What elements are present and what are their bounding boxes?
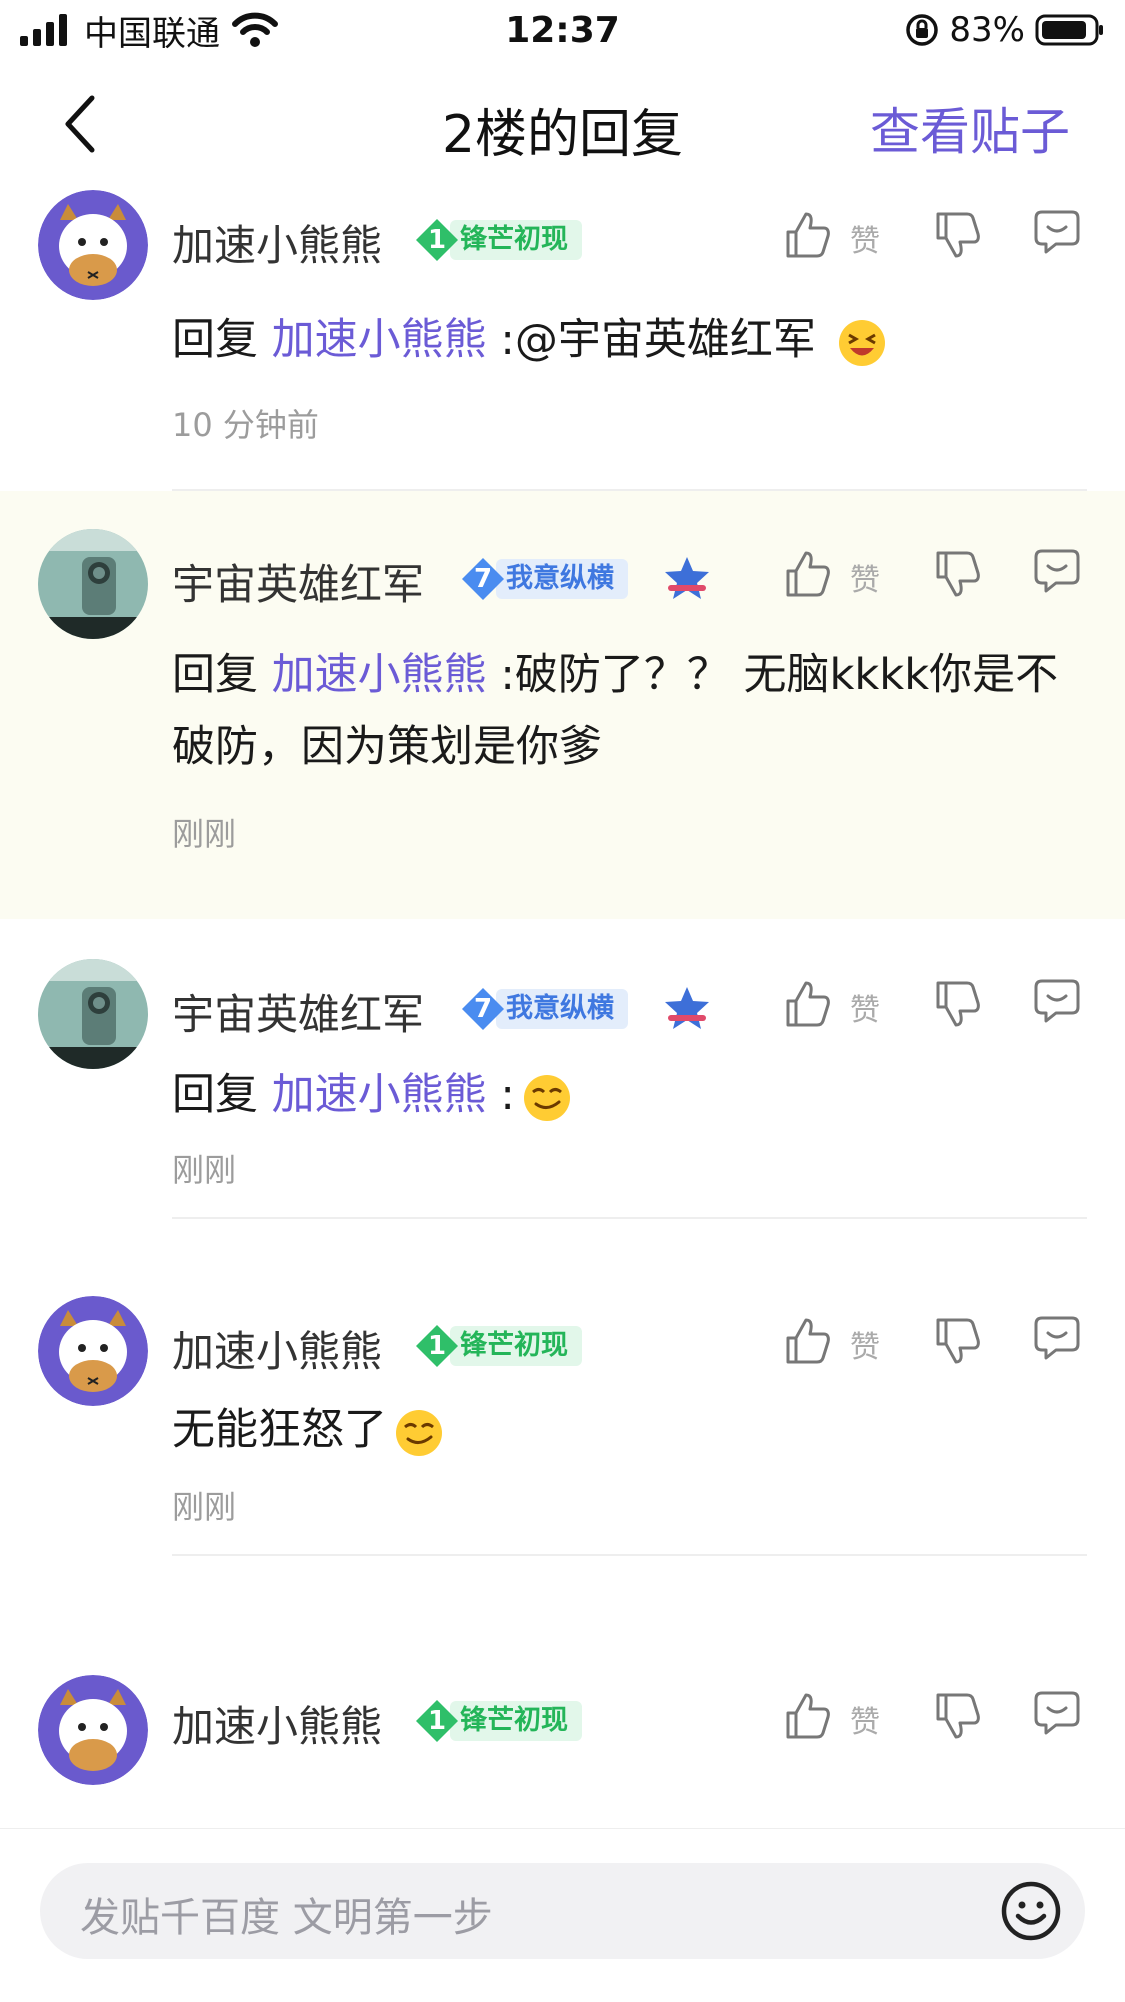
comment-bubble-icon[interactable] [1032, 1687, 1082, 1737]
level-number: 7 [460, 986, 506, 1032]
comment-bubble-icon[interactable] [1032, 975, 1082, 1025]
level-title: 锋芒初现 [450, 1326, 582, 1366]
level-title: 我意纵横 [496, 989, 628, 1029]
thumbs-up-icon[interactable] [782, 210, 832, 260]
rank-star-icon [665, 987, 709, 1029]
thumbs-up-icon[interactable] [782, 979, 832, 1029]
status-bar: 中国联通 12:37 83% [0, 0, 1125, 62]
like-label[interactable]: 赞 [850, 985, 880, 1029]
username[interactable]: 宇宙英雄红军 [172, 981, 424, 1042]
thumbs-down-icon[interactable] [932, 1316, 982, 1366]
avatar[interactable] [38, 190, 148, 300]
grinning-squint-emoji [838, 319, 885, 366]
level-title: 锋芒初现 [450, 220, 582, 260]
emoji-picker-icon[interactable] [999, 1879, 1063, 1943]
level-number: 1 [414, 217, 460, 263]
comment-text: 回复 加速小熊熊 :破防了？？ 无脑kkkk你是不破防，因为策划是你爹 [172, 650, 1059, 772]
thumbs-down-icon[interactable] [932, 1691, 982, 1741]
thumbs-up-icon[interactable] [782, 1316, 832, 1366]
thumbs-down-icon[interactable] [932, 210, 982, 260]
mention-link[interactable]: 加速小熊熊 [272, 650, 487, 700]
battery-icon [1035, 14, 1103, 46]
username[interactable]: 加速小熊熊 [172, 1693, 382, 1754]
username[interactable]: 加速小熊熊 [172, 1318, 382, 1379]
level-number: 7 [460, 556, 506, 602]
reply-input-placeholder[interactable]: 发贴千百度 文明第一步 [80, 1885, 493, 1943]
rank-star-icon [665, 557, 709, 599]
level-number: 1 [414, 1698, 460, 1744]
level-badge: 1 锋芒初现 [414, 1699, 582, 1743]
comment-time: 刚刚 [172, 1151, 237, 1189]
thumbs-up-icon[interactable] [782, 549, 832, 599]
avatar[interactable] [38, 959, 148, 1069]
like-label[interactable]: 赞 [850, 216, 880, 260]
list-item: 加速小熊熊 1 锋芒初现 赞 回复 加速小熊熊 :@宇宙英雄红军 10 分钟前 [0, 180, 1125, 491]
username[interactable]: 宇宙英雄红军 [172, 551, 424, 612]
comment-text: 回复 加速小熊熊 : [172, 1059, 1072, 1131]
comment-bubble-icon[interactable] [1032, 1312, 1082, 1362]
mention-link[interactable]: 加速小熊熊 [272, 1070, 487, 1120]
level-badge: 1 锋芒初现 [414, 218, 582, 262]
comment-time: 刚刚 [172, 815, 237, 853]
comment-bubble-icon[interactable] [1032, 545, 1082, 595]
reply-input[interactable]: 发贴千百度 文明第一步 [40, 1863, 1085, 1959]
avatar[interactable] [38, 1675, 148, 1785]
comment-text: 回复 加速小熊熊 :@宇宙英雄红军 [172, 304, 1072, 376]
smirk-emoji [523, 1074, 570, 1121]
like-label[interactable]: 赞 [850, 1697, 880, 1741]
level-title: 我意纵横 [496, 559, 628, 599]
list-item: 加速小熊熊 1 锋芒初现 赞 无能狂怒了 刚刚 [0, 1220, 1125, 1595]
thumbs-down-icon[interactable] [932, 979, 982, 1029]
comment-time: 刚刚 [172, 1488, 237, 1526]
nav-bar: 2楼的回复 查看贴子 [0, 62, 1125, 192]
like-label[interactable]: 赞 [850, 1322, 880, 1366]
like-label[interactable]: 赞 [850, 555, 880, 599]
comment-time: 10 分钟前 [172, 406, 319, 444]
comment-bubble-icon[interactable] [1032, 206, 1082, 256]
list-item: 宇宙英雄红军 7 我意纵横 赞 回复 加速小熊熊 :破防了？？ 无脑kkkk你是… [0, 491, 1125, 919]
level-badge: 7 我意纵横 [460, 987, 628, 1031]
rotation-lock-icon [906, 14, 939, 46]
level-badge: 7 我意纵横 [460, 557, 628, 601]
battery-percent: 83% [949, 10, 1025, 50]
avatar[interactable] [38, 1296, 148, 1406]
avatar[interactable] [38, 529, 148, 639]
list-item: 加速小熊熊 1 锋芒初现 赞 [0, 1595, 1125, 1828]
mention-link[interactable]: 加速小熊熊 [272, 315, 487, 365]
thumbs-up-icon[interactable] [782, 1691, 832, 1741]
view-post-button[interactable]: 查看贴子 [870, 92, 1070, 164]
divider [172, 1217, 1087, 1219]
level-badge: 1 锋芒初现 [414, 1324, 582, 1368]
thumbs-down-icon[interactable] [932, 549, 982, 599]
reply-input-bar: 发贴千百度 文明第一步 [0, 1828, 1125, 2002]
smirk-emoji [396, 1409, 442, 1456]
comment-text: 无能狂怒了 [172, 1394, 1072, 1466]
level-title: 锋芒初现 [450, 1701, 582, 1741]
username[interactable]: 加速小熊熊 [172, 212, 382, 273]
divider [172, 1554, 1087, 1556]
level-number: 1 [414, 1323, 460, 1369]
